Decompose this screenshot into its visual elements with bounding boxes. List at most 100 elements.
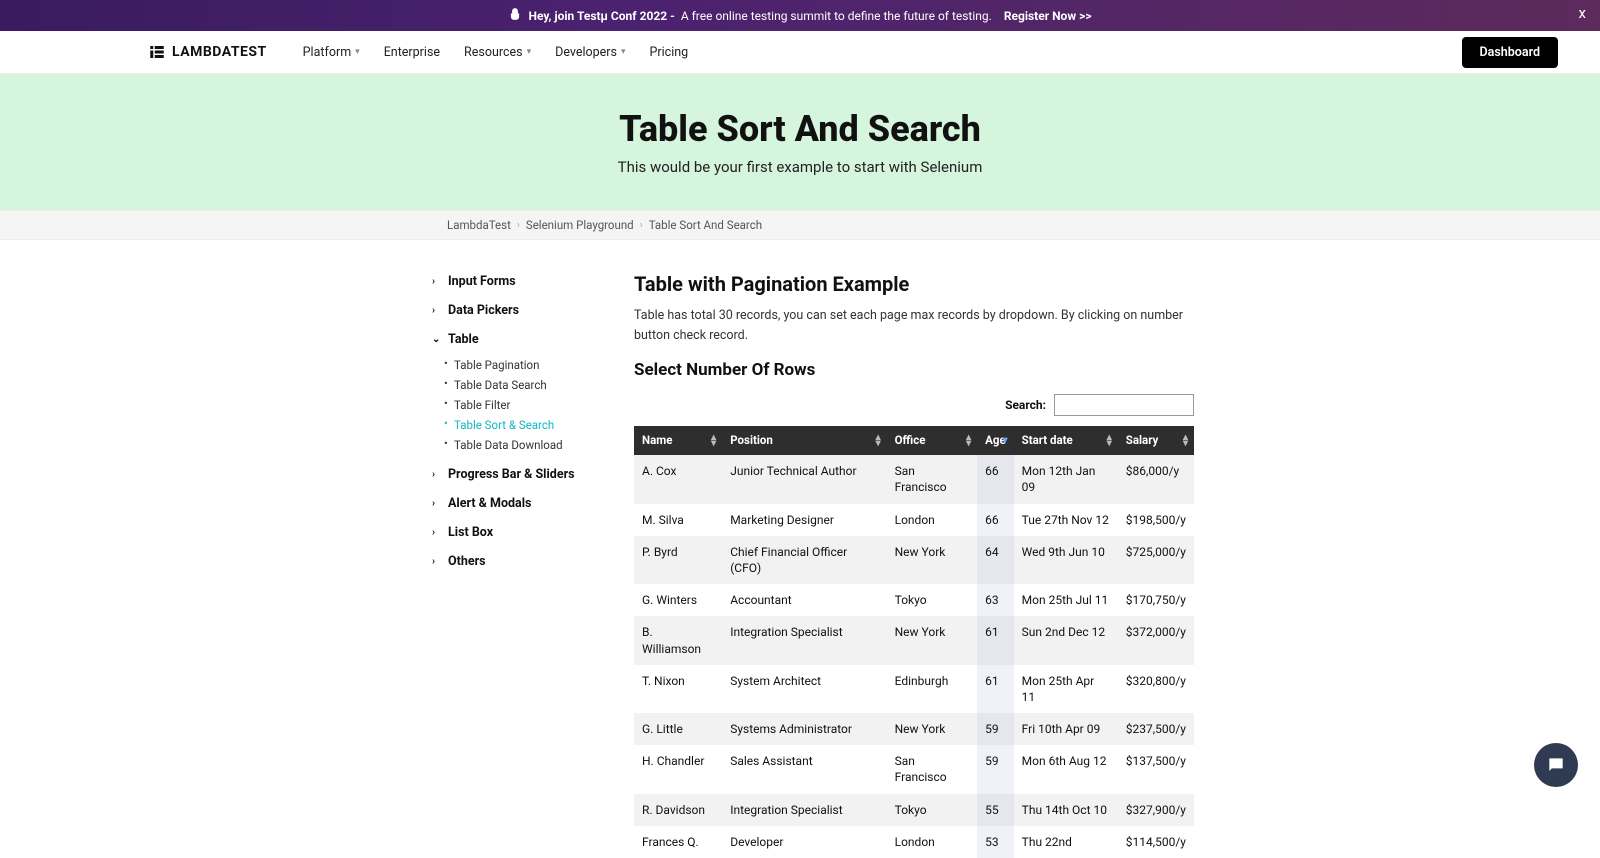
table-row: R. DavidsonIntegration SpecialistTokyo55… bbox=[634, 794, 1194, 826]
cell-name: B. Williamson bbox=[634, 616, 722, 664]
breadcrumb-home[interactable]: LambdaTest bbox=[447, 218, 511, 232]
cell-name: G. Little bbox=[634, 713, 722, 745]
sidebar-group-label: List Box bbox=[448, 525, 493, 540]
table-row: G. WintersAccountantTokyo63Mon 25th Jul … bbox=[634, 584, 1194, 616]
cell-age: 59 bbox=[977, 745, 1014, 793]
page-subtitle: This would be your first example to star… bbox=[0, 158, 1600, 176]
cell-salary: $170,750/y bbox=[1118, 584, 1194, 616]
cell-start: Sun 2nd Dec 12 bbox=[1014, 616, 1118, 664]
sort-icon: ▴▾ bbox=[966, 435, 971, 447]
column-header-position[interactable]: Position▴▾ bbox=[722, 426, 886, 455]
column-header-salary[interactable]: Salary▴▾ bbox=[1118, 426, 1194, 455]
cell-age: 64 bbox=[977, 536, 1014, 584]
sidebar-group-label: Others bbox=[448, 554, 486, 569]
chevron-down-icon: ▾ bbox=[355, 47, 360, 57]
cell-start: Fri 10th Apr 09 bbox=[1014, 713, 1118, 745]
nav-pricing[interactable]: Pricing bbox=[650, 45, 689, 60]
content: Table with Pagination Example Table has … bbox=[634, 272, 1194, 858]
cell-name: T. Nixon bbox=[634, 665, 722, 713]
cell-start: Mon 12th Jan 09 bbox=[1014, 455, 1118, 503]
sidebar-group-data-pickers[interactable]: ›Data Pickers bbox=[432, 301, 594, 320]
cell-position: Developer bbox=[722, 826, 886, 858]
nav-developers[interactable]: Developers▾ bbox=[555, 45, 625, 60]
column-header-age[interactable]: Age▾ bbox=[977, 426, 1014, 455]
nav-resources[interactable]: Resources▾ bbox=[464, 45, 531, 60]
cell-salary: $198,500/y bbox=[1118, 504, 1194, 536]
cell-name: M. Silva bbox=[634, 504, 722, 536]
chevron-right-icon: › bbox=[432, 469, 442, 480]
cell-office: London bbox=[887, 826, 978, 858]
sidebar-item-table-data-search[interactable]: Table Data Search bbox=[444, 375, 594, 395]
cell-office: New York bbox=[887, 536, 978, 584]
cell-age: 66 bbox=[977, 504, 1014, 536]
announcement-prefix: Hey, join Testμ Conf 2022 - bbox=[528, 9, 674, 23]
chevron-down-icon: ▾ bbox=[621, 47, 626, 57]
cell-office: London bbox=[887, 504, 978, 536]
breadcrumb-current: Table Sort And Search bbox=[649, 218, 762, 232]
announcement-bar: Hey, join Testμ Conf 2022 - A free onlin… bbox=[0, 0, 1600, 31]
search-label: Search: bbox=[1005, 398, 1046, 412]
sidebar-group-alert-modals[interactable]: ›Alert & Modals bbox=[432, 494, 594, 513]
cell-position: Accountant bbox=[722, 584, 886, 616]
chevron-right-icon: › bbox=[432, 305, 442, 316]
section-description: Table has total 30 records, you can set … bbox=[634, 306, 1194, 346]
dashboard-button[interactable]: Dashboard bbox=[1462, 37, 1559, 68]
cell-position: Systems Administrator bbox=[722, 713, 886, 745]
nav-enterprise[interactable]: Enterprise bbox=[384, 45, 440, 60]
breadcrumb-parent[interactable]: Selenium Playground bbox=[526, 218, 634, 232]
cell-start: Tue 27th Nov 12 bbox=[1014, 504, 1118, 536]
sidebar-group-progress-bar-sliders[interactable]: ›Progress Bar & Sliders bbox=[432, 465, 594, 484]
cell-position: Chief Financial Officer (CFO) bbox=[722, 536, 886, 584]
chevron-down-icon: ▾ bbox=[527, 47, 532, 57]
data-table: Name▴▾Position▴▾Office▴▾Age▾Start date▴▾… bbox=[634, 426, 1194, 858]
cell-salary: $372,000/y bbox=[1118, 616, 1194, 664]
sidebar-group-label: Input Forms bbox=[448, 274, 516, 289]
sidebar-item-table-pagination[interactable]: Table Pagination bbox=[444, 355, 594, 375]
chevron-right-icon: › bbox=[517, 220, 520, 231]
sidebar-group-input-forms[interactable]: ›Input Forms bbox=[432, 272, 594, 291]
logo[interactable]: LAMBDATEST bbox=[148, 43, 267, 61]
sort-icon: ▴▾ bbox=[1183, 435, 1188, 447]
cell-position: Junior Technical Author bbox=[722, 455, 886, 503]
search-input[interactable] bbox=[1054, 394, 1194, 416]
cell-start: Thu 14th Oct 10 bbox=[1014, 794, 1118, 826]
cell-office: New York bbox=[887, 713, 978, 745]
sidebar-group-label: Table bbox=[448, 332, 479, 347]
cell-name: A. Cox bbox=[634, 455, 722, 503]
logo-text: LAMBDATEST bbox=[172, 44, 267, 60]
sidebar-group-list-box[interactable]: › List Box bbox=[432, 523, 594, 542]
column-header-start-date[interactable]: Start date▴▾ bbox=[1014, 426, 1118, 455]
sidebar-item-table-sort-search[interactable]: Table Sort & Search bbox=[444, 415, 594, 435]
cell-name: P. Byrd bbox=[634, 536, 722, 584]
table-row: B. WilliamsonIntegration SpecialistNew Y… bbox=[634, 616, 1194, 664]
sidebar-group-table[interactable]: ⌄Table bbox=[432, 330, 594, 349]
cell-salary: $137,500/y bbox=[1118, 745, 1194, 793]
sidebar-item-table-filter[interactable]: Table Filter bbox=[444, 395, 594, 415]
chevron-right-icon: › bbox=[432, 527, 442, 538]
section-heading: Table with Pagination Example bbox=[634, 272, 1194, 296]
column-header-office[interactable]: Office▴▾ bbox=[887, 426, 978, 455]
chat-icon bbox=[1546, 755, 1566, 775]
cell-age: 61 bbox=[977, 616, 1014, 664]
cell-age: 55 bbox=[977, 794, 1014, 826]
hero: Table Sort And Search This would be your… bbox=[0, 74, 1600, 210]
cell-salary: $725,000/y bbox=[1118, 536, 1194, 584]
cell-office: Tokyo bbox=[887, 794, 978, 826]
sidebar: ›Input Forms›Data Pickers⌄TableTable Pag… bbox=[432, 272, 594, 858]
cell-position: Sales Assistant bbox=[722, 745, 886, 793]
cell-position: Integration Specialist bbox=[722, 616, 886, 664]
announcement-cta[interactable]: Register Now >> bbox=[1004, 9, 1092, 23]
chat-widget[interactable] bbox=[1534, 743, 1578, 787]
column-header-name[interactable]: Name▴▾ bbox=[634, 426, 722, 455]
cell-name: R. Davidson bbox=[634, 794, 722, 826]
cell-name: Frances Q. bbox=[634, 826, 722, 858]
announcement-close[interactable]: x bbox=[1579, 4, 1586, 22]
chevron-right-icon: › bbox=[640, 220, 643, 231]
sidebar-group-others[interactable]: ›Others bbox=[432, 552, 594, 571]
cell-name: H. Chandler bbox=[634, 745, 722, 793]
sidebar-item-table-data-download[interactable]: Table Data Download bbox=[444, 435, 594, 455]
cell-position: Integration Specialist bbox=[722, 794, 886, 826]
page-title: Table Sort And Search bbox=[0, 108, 1600, 150]
cell-start: Wed 9th Jun 10 bbox=[1014, 536, 1118, 584]
nav-platform[interactable]: Platform▾ bbox=[303, 45, 360, 60]
